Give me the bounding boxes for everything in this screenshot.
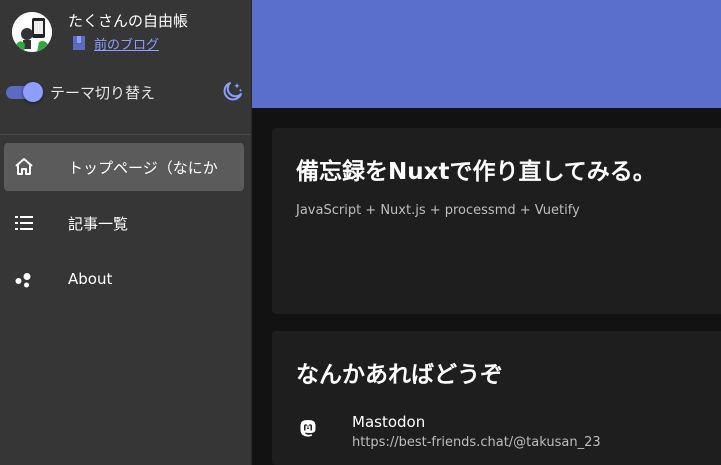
nav-item-about[interactable]: About [4,255,244,303]
theme-switch[interactable] [6,80,43,104]
sidebar-divider [0,134,251,135]
avatar-image [12,12,52,52]
bookmark-icon [70,34,88,52]
dots-icon [12,267,36,291]
moon-stars-icon[interactable] [220,80,244,104]
nav-item-label: トップページ（なにか [68,158,218,177]
theme-toggle-row: テーマ切り替え [6,80,244,104]
card-title: なんかあればどうぞ [296,362,503,388]
nav-item-articles[interactable]: 記事一覧 [4,199,244,247]
home-icon [12,155,36,179]
sidebar: たくさんの自由帳 前のブログ テーマ切り替え トップページ（なにか 記事一覧 A… [0,0,252,465]
avatar[interactable] [12,12,52,52]
contact-card: なんかあればどうぞ Mastodon https://best-friends.… [272,331,721,465]
article-card[interactable]: 備忘録をNuxtで作り直してみる。 JavaScript + Nuxt.js +… [272,128,721,314]
theme-switch-thumb[interactable] [23,82,43,102]
mastodon-icon [298,419,318,439]
link-url[interactable]: https://best-friends.chat/@takusan_23 [352,435,601,450]
card-title: 備忘録をNuxtで作り直してみる。 [296,159,656,185]
mastodon-link[interactable]: Mastodon https://best-friends.chat/@taku… [296,413,716,457]
hero-banner [252,0,721,108]
app-root: たくさんの自由帳 前のブログ テーマ切り替え トップページ（なにか 記事一覧 A… [0,0,721,465]
previous-blog-label[interactable]: 前のブログ [94,34,159,53]
link-name[interactable]: Mastodon [352,413,425,431]
brand-header: たくさんの自由帳 前のブログ [12,12,250,53]
site-title: たくさんの自由帳 [68,12,189,30]
list-icon [12,211,36,235]
card-subtitle: JavaScript + Nuxt.js + processmd + Vueti… [296,203,580,218]
nav-item-top-page[interactable]: トップページ（なにか [4,143,244,191]
nav-item-label: 記事一覧 [68,214,129,233]
nav-item-label: About [68,270,113,288]
theme-toggle-label: テーマ切り替え [50,83,156,102]
previous-blog-link[interactable]: 前のブログ [70,33,159,53]
